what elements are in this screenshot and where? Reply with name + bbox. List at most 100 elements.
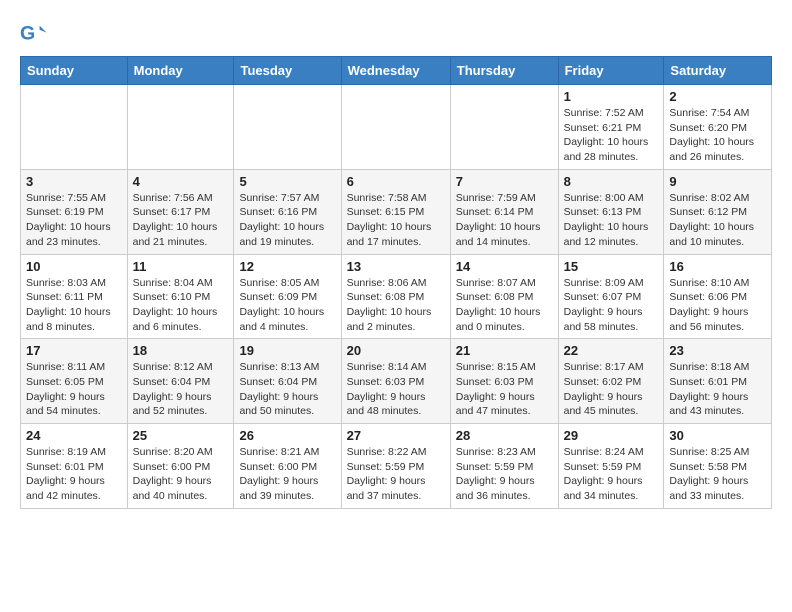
day-info: Sunrise: 8:04 AM Sunset: 6:10 PM Dayligh… — [133, 276, 229, 335]
calendar-cell: 8 Sunrise: 8:00 AM Sunset: 6:13 PM Daylig… — [558, 169, 664, 254]
day-number: 23 — [669, 343, 766, 358]
day-number: 3 — [26, 174, 122, 189]
day-info: Sunrise: 8:06 AM Sunset: 6:08 PM Dayligh… — [347, 276, 445, 335]
day-info: Sunrise: 8:05 AM Sunset: 6:09 PM Dayligh… — [239, 276, 335, 335]
calendar-cell: 16Sunrise: 8:10 AM Sunset: 6:06 PM Dayli… — [664, 254, 772, 339]
day-info: Sunrise: 7:55 AM Sunset: 6:19 PM Dayligh… — [26, 191, 122, 250]
calendar-cell — [341, 85, 450, 170]
day-number: 25 — [133, 428, 229, 443]
day-info: Sunrise: 8:21 AM Sunset: 6:00 PM Dayligh… — [239, 445, 335, 504]
day-number: 11 — [133, 259, 229, 274]
day-info: Sunrise: 7:52 AM Sunset: 6:21 PM Dayligh… — [564, 106, 659, 165]
calendar-cell: 24 Sunrise: 8:19 AM Sunset: 6:01 PM Dayli… — [21, 424, 128, 509]
day-info: Sunrise: 8:25 AM Sunset: 5:58 PM Dayligh… — [669, 445, 766, 504]
calendar-cell: 15 Sunrise: 8:09 AM Sunset: 6:07 PM Dayli… — [558, 254, 664, 339]
day-info: Sunrise: 8:07 AM Sunset: 6:08 PM Dayligh… — [456, 276, 553, 335]
day-number: 9 — [669, 174, 766, 189]
day-number: 8 — [564, 174, 659, 189]
day-number: 14 — [456, 259, 553, 274]
day-number: 26 — [239, 428, 335, 443]
day-info: Sunrise: 8:11 AM Sunset: 6:05 PM Dayligh… — [26, 360, 122, 419]
calendar-header-sunday: Sunday — [21, 57, 128, 85]
calendar-header-thursday: Thursday — [450, 57, 558, 85]
day-number: 15 — [564, 259, 659, 274]
calendar-cell: 29 Sunrise: 8:24 AM Sunset: 5:59 PM Dayli… — [558, 424, 664, 509]
calendar-cell: 7Sunrise: 7:59 AM Sunset: 6:14 PM Daylig… — [450, 169, 558, 254]
day-number: 20 — [347, 343, 445, 358]
day-info: Sunrise: 8:17 AM Sunset: 6:02 PM Dayligh… — [564, 360, 659, 419]
day-number: 5 — [239, 174, 335, 189]
calendar-cell: 26 Sunrise: 8:21 AM Sunset: 6:00 PM Dayli… — [234, 424, 341, 509]
calendar-cell — [234, 85, 341, 170]
day-info: Sunrise: 8:00 AM Sunset: 6:13 PM Dayligh… — [564, 191, 659, 250]
day-number: 29 — [564, 428, 659, 443]
logo-icon: G — [20, 20, 48, 48]
day-info: Sunrise: 7:56 AM Sunset: 6:17 PM Dayligh… — [133, 191, 229, 250]
calendar-cell: 2Sunrise: 7:54 AM Sunset: 6:20 PM Daylig… — [664, 85, 772, 170]
calendar-week-2: 3 Sunrise: 7:55 AM Sunset: 6:19 PM Daylig… — [21, 169, 772, 254]
day-number: 19 — [239, 343, 335, 358]
day-number: 2 — [669, 89, 766, 104]
day-number: 12 — [239, 259, 335, 274]
calendar-table: SundayMondayTuesdayWednesdayThursdayFrid… — [20, 56, 772, 509]
day-info: Sunrise: 8:03 AM Sunset: 6:11 PM Dayligh… — [26, 276, 122, 335]
day-number: 30 — [669, 428, 766, 443]
calendar-cell: 1 Sunrise: 7:52 AM Sunset: 6:21 PM Daylig… — [558, 85, 664, 170]
day-info: Sunrise: 8:10 AM Sunset: 6:06 PM Dayligh… — [669, 276, 766, 335]
day-info: Sunrise: 8:24 AM Sunset: 5:59 PM Dayligh… — [564, 445, 659, 504]
calendar-cell: 28 Sunrise: 8:23 AM Sunset: 5:59 PM Dayli… — [450, 424, 558, 509]
day-info: Sunrise: 8:09 AM Sunset: 6:07 PM Dayligh… — [564, 276, 659, 335]
calendar-cell: 20 Sunrise: 8:14 AM Sunset: 6:03 PM Dayli… — [341, 339, 450, 424]
day-number: 28 — [456, 428, 553, 443]
day-number: 6 — [347, 174, 445, 189]
calendar-header-friday: Friday — [558, 57, 664, 85]
day-info: Sunrise: 8:12 AM Sunset: 6:04 PM Dayligh… — [133, 360, 229, 419]
calendar-cell: 12 Sunrise: 8:05 AM Sunset: 6:09 PM Dayli… — [234, 254, 341, 339]
day-info: Sunrise: 8:20 AM Sunset: 6:00 PM Dayligh… — [133, 445, 229, 504]
calendar-cell — [127, 85, 234, 170]
day-number: 17 — [26, 343, 122, 358]
day-number: 18 — [133, 343, 229, 358]
day-number: 4 — [133, 174, 229, 189]
calendar-week-1: 1 Sunrise: 7:52 AM Sunset: 6:21 PM Daylig… — [21, 85, 772, 170]
day-number: 21 — [456, 343, 553, 358]
day-info: Sunrise: 8:22 AM Sunset: 5:59 PM Dayligh… — [347, 445, 445, 504]
calendar-cell — [21, 85, 128, 170]
day-number: 22 — [564, 343, 659, 358]
calendar-cell: 14 Sunrise: 8:07 AM Sunset: 6:08 PM Dayli… — [450, 254, 558, 339]
calendar-cell: 21 Sunrise: 8:15 AM Sunset: 6:03 PM Dayli… — [450, 339, 558, 424]
calendar-cell: 27Sunrise: 8:22 AM Sunset: 5:59 PM Dayli… — [341, 424, 450, 509]
day-info: Sunrise: 7:58 AM Sunset: 6:15 PM Dayligh… — [347, 191, 445, 250]
calendar-header-saturday: Saturday — [664, 57, 772, 85]
day-info: Sunrise: 8:19 AM Sunset: 6:01 PM Dayligh… — [26, 445, 122, 504]
day-info: Sunrise: 8:23 AM Sunset: 5:59 PM Dayligh… — [456, 445, 553, 504]
calendar-cell: 13 Sunrise: 8:06 AM Sunset: 6:08 PM Dayli… — [341, 254, 450, 339]
day-info: Sunrise: 8:15 AM Sunset: 6:03 PM Dayligh… — [456, 360, 553, 419]
day-number: 1 — [564, 89, 659, 104]
calendar-cell: 25 Sunrise: 8:20 AM Sunset: 6:00 PM Dayli… — [127, 424, 234, 509]
day-number: 24 — [26, 428, 122, 443]
day-info: Sunrise: 8:18 AM Sunset: 6:01 PM Dayligh… — [669, 360, 766, 419]
calendar-header-row: SundayMondayTuesdayWednesdayThursdayFrid… — [21, 57, 772, 85]
calendar-cell: 19 Sunrise: 8:13 AM Sunset: 6:04 PM Dayli… — [234, 339, 341, 424]
calendar-cell: 17 Sunrise: 8:11 AM Sunset: 6:05 PM Dayli… — [21, 339, 128, 424]
calendar-week-3: 10 Sunrise: 8:03 AM Sunset: 6:11 PM Dayli… — [21, 254, 772, 339]
calendar-week-4: 17 Sunrise: 8:11 AM Sunset: 6:05 PM Dayli… — [21, 339, 772, 424]
page-header: G — [20, 20, 772, 48]
day-number: 13 — [347, 259, 445, 274]
calendar-header-monday: Monday — [127, 57, 234, 85]
day-number: 10 — [26, 259, 122, 274]
calendar-header-wednesday: Wednesday — [341, 57, 450, 85]
calendar-cell: 22 Sunrise: 8:17 AM Sunset: 6:02 PM Dayli… — [558, 339, 664, 424]
day-info: Sunrise: 8:14 AM Sunset: 6:03 PM Dayligh… — [347, 360, 445, 419]
calendar-cell: 3 Sunrise: 7:55 AM Sunset: 6:19 PM Daylig… — [21, 169, 128, 254]
calendar-cell: 5Sunrise: 7:57 AM Sunset: 6:16 PM Daylig… — [234, 169, 341, 254]
calendar-header-tuesday: Tuesday — [234, 57, 341, 85]
day-info: Sunrise: 8:02 AM Sunset: 6:12 PM Dayligh… — [669, 191, 766, 250]
calendar-cell: 18 Sunrise: 8:12 AM Sunset: 6:04 PM Dayli… — [127, 339, 234, 424]
calendar-cell: 4 Sunrise: 7:56 AM Sunset: 6:17 PM Daylig… — [127, 169, 234, 254]
day-info: Sunrise: 8:13 AM Sunset: 6:04 PM Dayligh… — [239, 360, 335, 419]
day-number: 7 — [456, 174, 553, 189]
calendar-cell: 23 Sunrise: 8:18 AM Sunset: 6:01 PM Dayli… — [664, 339, 772, 424]
svg-text:G: G — [20, 23, 35, 45]
